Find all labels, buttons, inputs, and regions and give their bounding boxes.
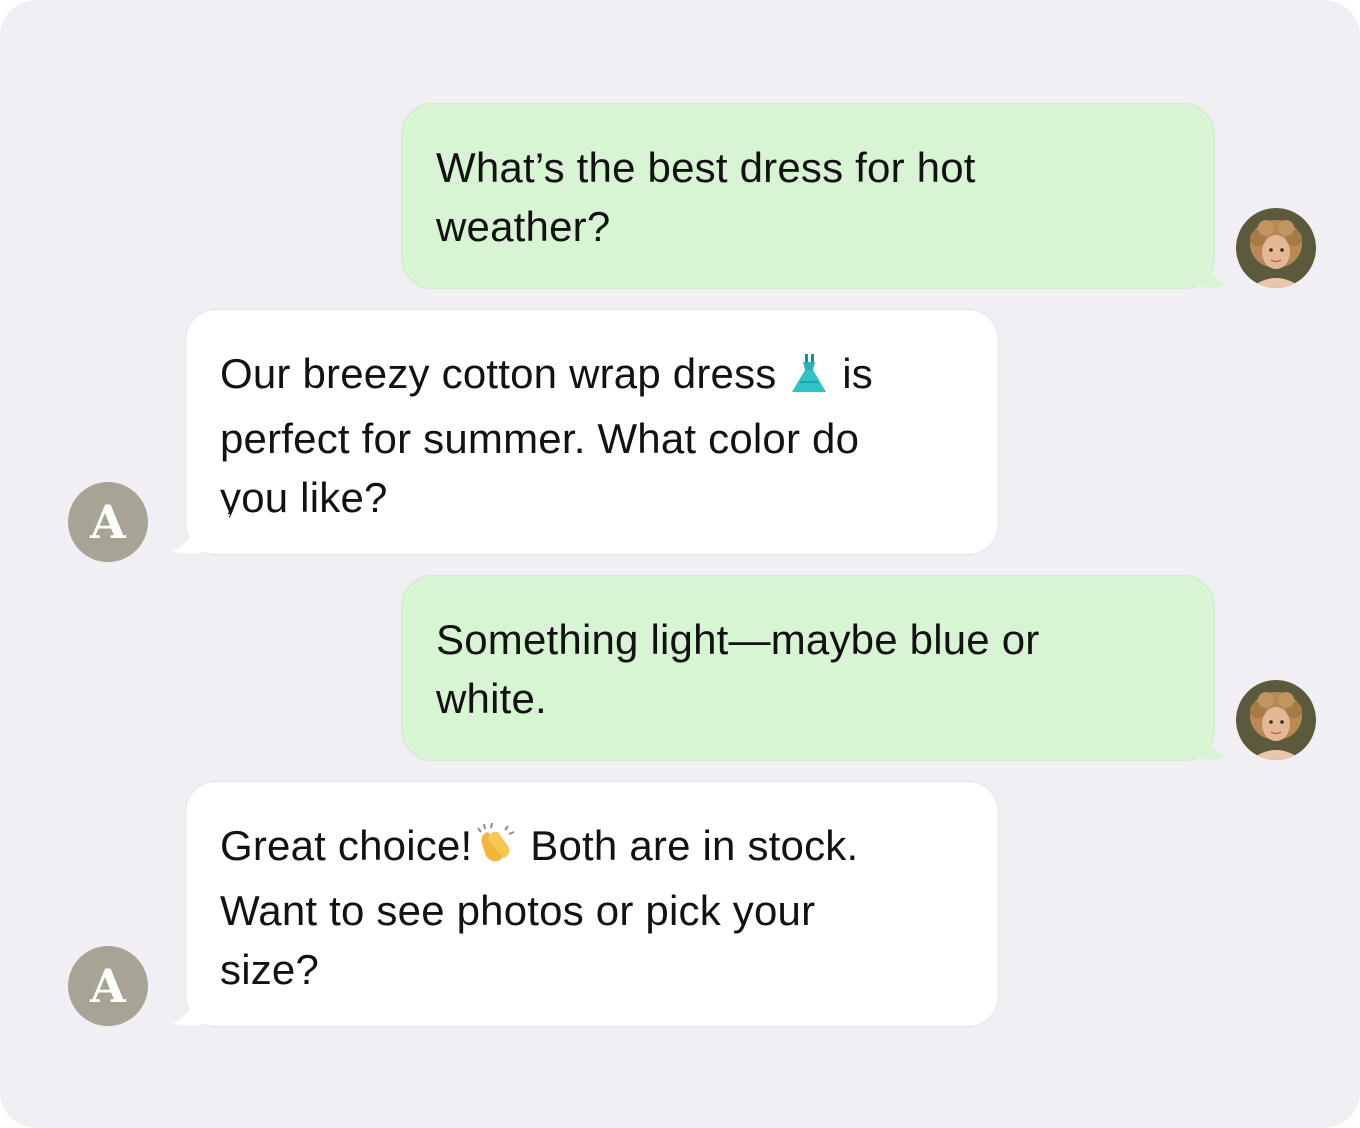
message-text-segment: Both are in stock. — [518, 822, 859, 869]
user-avatar — [1236, 680, 1316, 760]
message-text-segment: Our breezy cotton wrap dress — [220, 350, 789, 397]
bubble-tail — [172, 514, 230, 554]
message-text-segment: is — [830, 350, 873, 397]
assistant-message-bubble: Our breezy cotton wrap dress is perfect … — [186, 310, 998, 554]
user-avatar — [1236, 208, 1316, 288]
avatar-letter: A — [90, 495, 126, 549]
message-text: What’s the best dress for hot weather? — [436, 144, 976, 250]
dress-emoji — [788, 350, 830, 409]
message-line: you like? — [220, 474, 388, 521]
bubble-tail — [1170, 720, 1228, 760]
avatar-letter: A — [90, 959, 126, 1013]
assistant-message-bubble: Great choice! Both are in stock. Want to… — [186, 782, 998, 1026]
assistant-avatar: A — [68, 946, 148, 1026]
chat-panel: What’s the best dress for hot weather? O… — [0, 0, 1360, 1128]
clapping-hands-emoji — [472, 820, 518, 881]
message-line: perfect for summer. What color do — [220, 415, 860, 462]
bubble-tail — [1170, 248, 1228, 288]
message-line: Great choice! Both are in stock. — [220, 816, 964, 881]
message-line: size? — [220, 946, 320, 993]
user-message-bubble: Something light—maybe blue or white. — [402, 576, 1214, 760]
message-line: Want to see photos or pick your — [220, 887, 816, 934]
message-text: Our breezy cotton wrap dress is perfect … — [220, 344, 964, 527]
assistant-avatar: A — [68, 482, 148, 562]
message-text: Something light—maybe blue or white. — [436, 616, 1040, 722]
message-text-segment: Great choice! — [220, 822, 473, 869]
message-text: Great choice! Both are in stock. Want to… — [220, 816, 964, 999]
bubble-tail — [172, 986, 230, 1026]
user-message-bubble: What’s the best dress for hot weather? — [402, 104, 1214, 288]
message-line: Our breezy cotton wrap dress is — [220, 344, 964, 409]
